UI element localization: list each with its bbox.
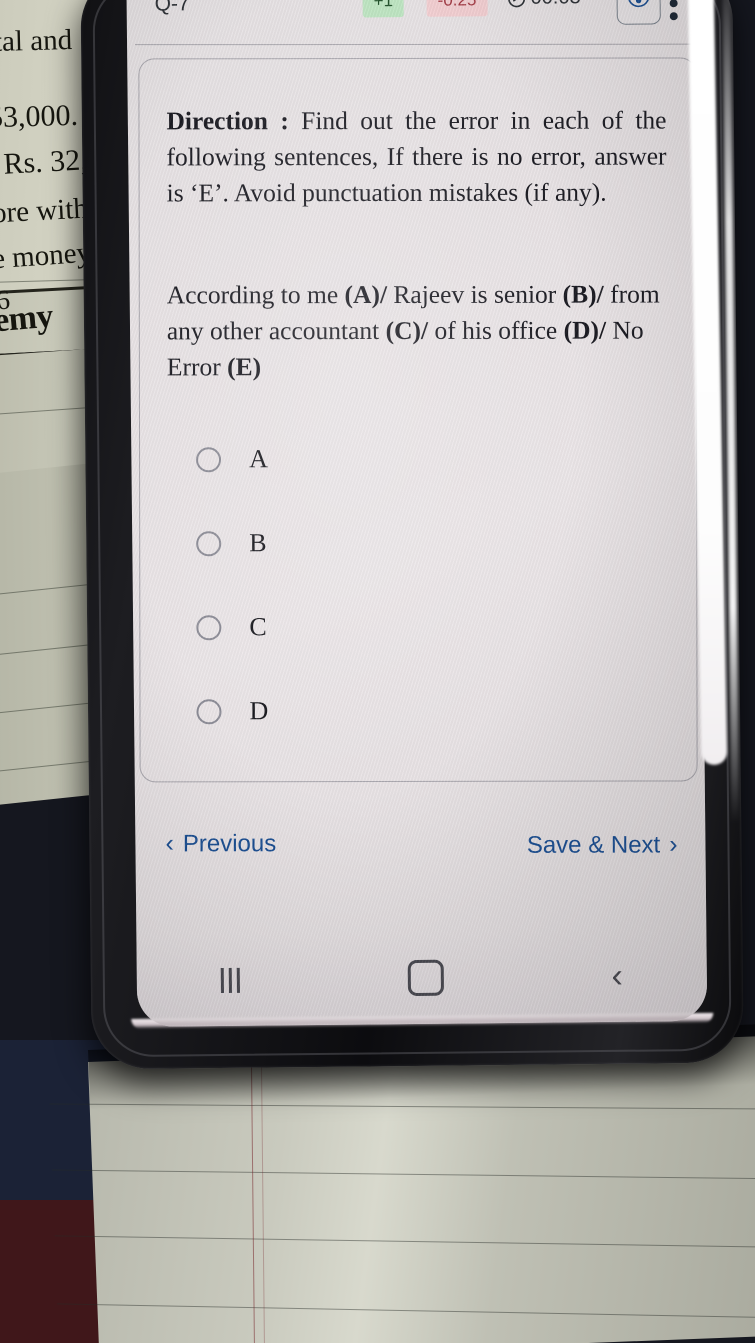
book-heading-text: emy [0, 297, 55, 340]
radio-button-d[interactable] [196, 698, 222, 724]
sentence-part-2: Rajeev is senior [386, 279, 563, 309]
android-system-navbar: ‹ [136, 928, 708, 1027]
answer-option-c[interactable]: C [167, 584, 667, 669]
timer-value: 00:03 [530, 0, 580, 10]
lined-notebook-paper [49, 1035, 755, 1343]
answer-option-e[interactable]: E [168, 752, 668, 782]
phone-device: Q-7 +1 -0.25 00:03 [80, 0, 744, 1070]
book-text-line-1: 53,000. [0, 98, 79, 135]
home-icon[interactable] [407, 959, 444, 997]
question-number-label: Q-7 [154, 0, 190, 16]
book-text-line-3: ore with [0, 192, 89, 230]
phone-screen: Q-7 +1 -0.25 00:03 [126, 0, 708, 1027]
back-icon[interactable]: ‹ [611, 957, 623, 995]
save-and-next-label: Save & Next [526, 831, 661, 859]
sentence-part-9: (E) [227, 352, 262, 382]
answer-option-label: E [250, 780, 266, 782]
sentence-part-6: of his office [428, 315, 564, 346]
answer-option-a[interactable]: A [167, 416, 667, 501]
radio-button-c[interactable] [196, 614, 222, 640]
direction-label: Direction : [166, 106, 289, 136]
sentence-part-3: (B)/ [562, 279, 604, 309]
screenshot-scene: tal and 53,000. ) Rs. 32, ore with e mon… [0, 0, 755, 1343]
question-timer: 00:03 [506, 0, 581, 10]
question-navigation: ‹ Previous Save & Next › [135, 820, 705, 891]
positive-marks-badge: +1 [362, 0, 405, 18]
answer-options-list: A B C D E [167, 416, 668, 782]
reveal-answer-button[interactable] [616, 0, 661, 25]
eye-icon [628, 0, 650, 12]
direction-text: Direction : Find out the error in each o… [166, 102, 666, 211]
book-text-line-0: tal and [0, 23, 73, 59]
question-sentence: According to me (A)/ Rajeev is senior (B… [167, 276, 667, 385]
sentence-part-1: (A)/ [344, 279, 388, 310]
header-divider [135, 43, 698, 46]
answer-option-label: B [249, 528, 267, 558]
chevron-left-icon: ‹ [165, 829, 174, 858]
answer-option-label: C [249, 612, 267, 642]
negative-marks-badge: -0.25 [426, 0, 488, 17]
radio-button-b[interactable] [196, 530, 222, 556]
question-card-body: Direction : Find out the error in each o… [139, 58, 696, 782]
chevron-right-icon: › [669, 830, 678, 859]
answer-option-b[interactable]: B [167, 500, 667, 585]
more-vertical-icon[interactable] [669, 0, 678, 21]
save-and-next-button[interactable]: Save & Next › [527, 830, 678, 859]
recents-icon[interactable] [220, 967, 240, 993]
answer-option-label: A [249, 444, 268, 474]
radio-button-a[interactable] [196, 446, 222, 472]
sentence-part-5: (C)/ [385, 316, 429, 346]
answer-option-label: D [249, 696, 269, 726]
sentence-part-0: According to me [166, 280, 345, 310]
sentence-part-7: (D)/ [563, 315, 607, 345]
book-text-line-2: ) Rs. 32, [0, 143, 89, 181]
previous-button[interactable]: ‹ Previous [166, 829, 277, 858]
question-card: Direction : Find out the error in each o… [138, 57, 698, 783]
book-text-line-4: e money [0, 236, 93, 276]
quiz-header: Q-7 +1 -0.25 00:03 [126, 0, 698, 53]
previous-button-label: Previous [182, 829, 277, 857]
answer-option-d[interactable]: D [167, 668, 667, 753]
clock-icon [506, 0, 526, 8]
